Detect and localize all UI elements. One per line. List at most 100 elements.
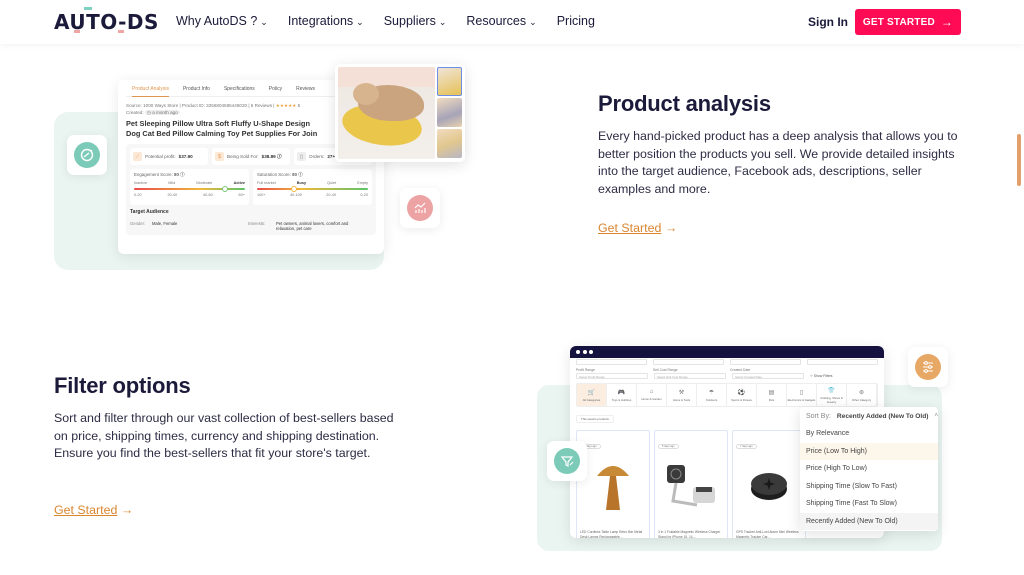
filter-select[interactable] — [653, 359, 724, 365]
category-label: Other Category — [851, 397, 872, 402]
created-value: ◷ a month ago — [144, 110, 180, 115]
profit-range-select[interactable]: Select Profit Range — [576, 373, 648, 379]
get-started-label: GET STARTED — [862, 16, 935, 28]
filter-badge — [547, 441, 587, 481]
product-card[interactable]: 5 days ago 3 in 1 Foldable Magnetic Wire… — [654, 430, 728, 538]
funnel-icon — [554, 448, 580, 474]
category-label: Pets — [768, 397, 775, 402]
sort-option[interactable]: Shipping Time (Slow To Fast) — [800, 478, 938, 496]
target-audience-row: Gender: Male, Female Interests: Pet owne… — [130, 221, 349, 231]
filter-select[interactable] — [807, 359, 878, 365]
category-icon: ⊛ — [858, 389, 865, 396]
sort-option[interactable]: Price (Low To High) — [800, 442, 938, 460]
category-icon: ▤ — [768, 389, 775, 396]
filter-row-top — [570, 359, 884, 365]
category-icon: 👕 — [827, 387, 836, 394]
thumbnail[interactable] — [437, 129, 462, 158]
product-main-image[interactable] — [338, 67, 435, 159]
rating-value: 5 — [297, 103, 301, 108]
category-item[interactable]: 🎮 Toys & Hobbies — [607, 384, 637, 406]
category-item[interactable]: ⊛ Other Category — [847, 384, 877, 406]
category-item[interactable]: 👕 Clothing, Shoes & Jewelry — [817, 384, 847, 406]
logo-accent — [118, 30, 124, 33]
tab-product-analysis[interactable]: Product Analysis — [132, 86, 169, 97]
tab-policy[interactable]: Policy — [269, 86, 282, 92]
filter-labels: Profit Range Sell Cost Range Created Date — [576, 368, 751, 372]
product-image-gallery — [335, 64, 465, 162]
show-filters-button[interactable]: ⊹ Show Filters — [810, 373, 878, 379]
sort-dropdown[interactable]: Sort By: Recently Added (New To Old) ˄ B… — [800, 407, 938, 531]
sort-option[interactable]: By Relevance — [800, 425, 938, 443]
filter-row: Select Profit Range Select Sell Cost Ran… — [570, 373, 884, 379]
product-analysis-description: Every hand-picked product has a deep ana… — [598, 129, 958, 196]
tab-product-info[interactable]: Product Info — [183, 86, 210, 92]
receipt-icon: ▯ — [297, 152, 306, 161]
arrow-right-icon: → — [940, 15, 954, 29]
main-menu: Why AutoDS ? ⌄ Integrations ⌄ Suppliers ⌄ R… — [176, 14, 615, 28]
category-icon: ☂ — [708, 389, 715, 396]
category-item[interactable]: ⚒ Home & Tools — [667, 384, 697, 406]
category-icon: 🛒 — [587, 389, 596, 396]
chevron-down-icon: ⌄ — [356, 17, 364, 27]
bar-chart-icon — [407, 195, 433, 221]
category-icon: ⌂ — [649, 389, 654, 395]
created-label: Created: — [126, 110, 144, 115]
category-item[interactable]: ☂ Outdoors — [697, 384, 727, 406]
thumbnail[interactable] — [437, 98, 462, 127]
category-item[interactable]: ⚽ Sports & Fitness — [727, 384, 757, 406]
analysis-badge — [67, 135, 107, 175]
sort-option[interactable]: Shipping Time (Fast To Slow) — [800, 495, 938, 513]
gps-tracker-image — [736, 456, 802, 516]
product-analysis-get-started-link[interactable]: Get Started → — [598, 221, 677, 235]
engagement-score: Engagement Score: 80 ⓘ Inactive Mild Moder… — [130, 169, 249, 205]
menu-pricing[interactable]: Pricing — [557, 14, 595, 28]
this-week-chip[interactable]: This week's products — [576, 415, 614, 423]
window-dot — [582, 350, 587, 354]
gauge-knob — [290, 185, 297, 192]
target-audience-heading: Target Audience — [130, 209, 169, 215]
meta-line: Source: 1000 Ways Store | Product ID: 32… — [126, 103, 275, 108]
filter-options-title: Filter options — [54, 373, 191, 398]
sell-cost-range-select[interactable]: Select Sell Cost Range — [654, 373, 726, 379]
category-label: Sports & Fitness — [731, 397, 752, 402]
filter-select[interactable] — [730, 359, 801, 365]
menu-integrations[interactable]: Integrations ⌄ — [288, 14, 364, 28]
menu-why-autods[interactable]: Why AutoDS ? ⌄ — [176, 14, 268, 28]
star-rating-icon: ★★★★★ — [275, 103, 297, 108]
category-item[interactable]: ⌂ Home & Garden — [637, 384, 667, 406]
sort-by-select[interactable]: Sort By: Recently Added (New To Old) ˄ — [800, 407, 938, 425]
tab-specifications[interactable]: Specifications — [224, 86, 255, 92]
top-navbar: AUTO-DS Why AutoDS ? ⌄ Integrations ⌄ Supp… — [0, 0, 1024, 44]
menu-resources[interactable]: Resources ⌄ — [466, 14, 536, 28]
category-item[interactable]: 🛒 All Categories — [577, 384, 607, 406]
filter-options-get-started-link[interactable]: Get Started → — [54, 503, 133, 517]
category-icon: ▯ — [799, 389, 804, 396]
logo-text: AUTO-DS — [54, 10, 159, 34]
arrow-right-icon: → — [664, 221, 678, 235]
saturation-gauge — [257, 185, 368, 192]
category-label: Clothing, Shoes & Jewelry — [820, 395, 843, 404]
category-item[interactable]: ▯ Electronics & Gadgets — [787, 384, 817, 406]
sort-option[interactable]: Recently Added (New To Old) — [800, 512, 938, 530]
category-item[interactable]: ▤ Pets — [757, 384, 787, 406]
sign-in-link[interactable]: Sign In — [808, 15, 848, 29]
sliders-icon — [915, 354, 941, 380]
window-dot — [589, 350, 593, 354]
menu-suppliers[interactable]: Suppliers ⌄ — [384, 14, 447, 28]
product-card[interactable]: 4 days ago LED Cordless Table Lamp Retro… — [576, 430, 650, 538]
insights-badge — [400, 188, 440, 228]
chevron-down-icon: ⌄ — [529, 17, 537, 27]
window-titlebar — [570, 346, 884, 358]
tab-reviews[interactable]: Reviews — [296, 86, 315, 92]
category-label: Home & Garden — [641, 397, 662, 401]
scroll-indicator[interactable] — [1017, 134, 1021, 186]
sort-option[interactable]: Price (High To Low) — [800, 460, 938, 478]
autods-logo[interactable]: AUTO-DS — [54, 10, 159, 34]
thumbnail[interactable] — [437, 67, 462, 96]
engagement-gauge — [134, 185, 245, 192]
get-started-button[interactable]: GET STARTED → — [855, 9, 961, 35]
filter-select[interactable] — [576, 359, 647, 365]
product-card[interactable]: 7 days ago GPS Tracker Anti-Lost Alarm M… — [732, 430, 806, 538]
scores-row: Engagement Score: 80 ⓘ Inactive Mild Moder… — [130, 169, 372, 205]
created-date-select[interactable]: Select Created Date — [732, 373, 804, 379]
